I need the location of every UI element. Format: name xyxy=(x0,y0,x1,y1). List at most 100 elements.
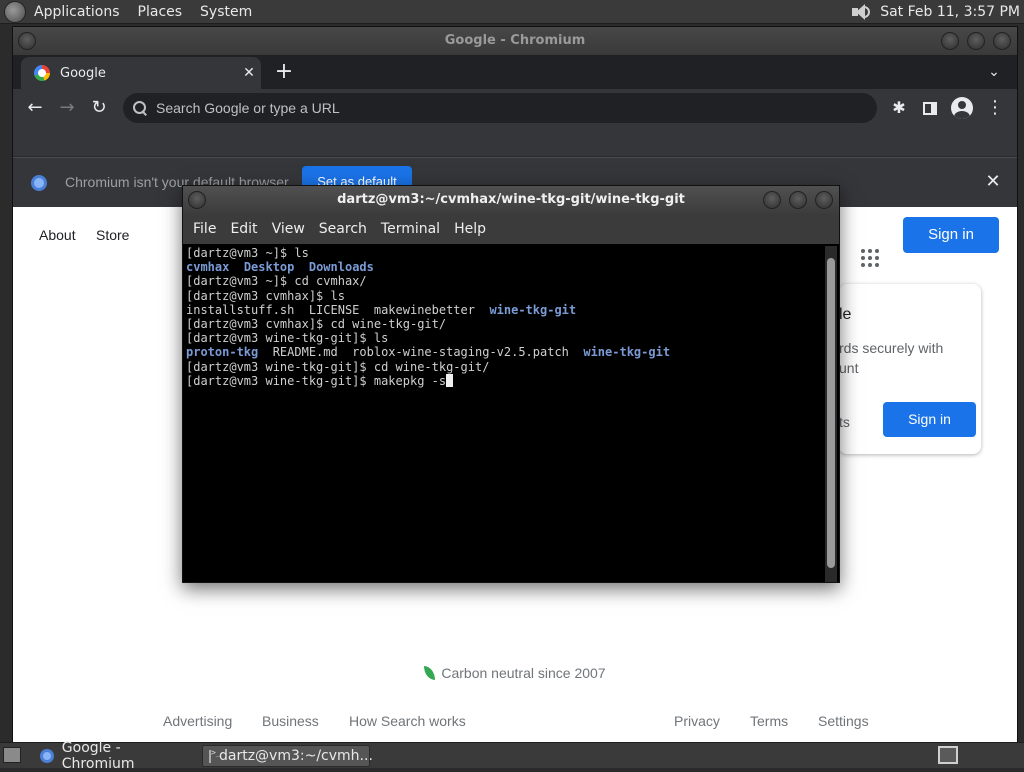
footer-business-link[interactable]: Business xyxy=(262,713,319,729)
tab-search-chevron-icon[interactable]: ⌄ xyxy=(983,61,1005,83)
footer-settings-link[interactable]: Settings xyxy=(818,713,869,729)
menu-help[interactable]: Help xyxy=(454,221,486,237)
show-desktop-icon[interactable] xyxy=(3,747,21,763)
taskbar-terminal[interactable]: dartz@vm3:~/cvmh... xyxy=(202,745,373,767)
terminal-line: [dartz@vm3 ~]$ ls xyxy=(186,246,825,260)
terminal-text: [dartz@vm3 wine-tkg-git]$ ls xyxy=(186,331,389,346)
terminal-line: [dartz@vm3 wine-tkg-git]$ makepkg -s xyxy=(186,373,825,388)
reload-icon[interactable]: ↻ xyxy=(85,94,113,122)
footer-advertising-link[interactable]: Advertising xyxy=(163,713,232,729)
menu-edit[interactable]: Edit xyxy=(230,221,257,237)
bottom-panel: Google - Chromium dartz@vm3:~/cvmh... xyxy=(0,740,1024,772)
terminal-maximize-button[interactable] xyxy=(789,191,807,209)
system-menu[interactable]: System xyxy=(200,4,252,20)
terminal-window-title: dartz@vm3:~/cvmhax/wine-tkg-git/wine-tkg… xyxy=(337,192,685,207)
terminal-scrollbar[interactable] xyxy=(825,246,837,582)
menu-view[interactable]: View xyxy=(272,221,305,237)
terminal-text: [dartz@vm3 cvmhax]$ cd wine-tkg-git/ xyxy=(186,316,447,331)
terminal-minimize-button[interactable] xyxy=(763,191,781,209)
applications-menu[interactable]: Applications xyxy=(34,4,120,20)
terminal-line: proton-tkg README.md roblox-wine-staging… xyxy=(186,345,825,359)
directory-name: Desktop xyxy=(243,260,295,275)
close-window-button[interactable] xyxy=(993,32,1011,50)
kebab-menu-icon[interactable]: ⋮ xyxy=(981,94,1009,122)
extensions-puzzle-icon[interactable]: ✱ xyxy=(885,94,913,122)
directory-name: proton-tkg xyxy=(186,345,259,360)
terminal-scrollbar-thumb[interactable] xyxy=(827,258,835,568)
menu-terminal[interactable]: Terminal xyxy=(381,221,440,237)
tab-strip: Google ✕ xyxy=(13,55,1017,89)
carbon-neutral-note[interactable]: Carbon neutral since 2007 xyxy=(13,665,1017,681)
search-icon xyxy=(133,101,147,115)
omnibox[interactable] xyxy=(123,93,877,123)
minimize-button[interactable] xyxy=(941,32,959,50)
terminal-line: [dartz@vm3 wine-tkg-git]$ ls xyxy=(186,331,825,345)
terminal-text: [dartz@vm3 cvmhax]$ ls xyxy=(186,288,345,303)
volume-icon[interactable] xyxy=(850,3,871,21)
chromium-task-icon xyxy=(40,749,54,763)
terminal-output[interactable]: [dartz@vm3 ~]$ ls cvmhax Desktop Download… xyxy=(185,246,825,582)
terminal-text: README.md roblox-wine-staging-v2.5.patch xyxy=(258,345,584,360)
clock[interactable]: Sat Feb 11, 3:57 PM xyxy=(880,4,1020,20)
terminal-text: [dartz@vm3 wine-tkg-git]$ cd wine-tkg-gi… xyxy=(186,359,490,374)
sign-in-button[interactable]: Sign in xyxy=(903,217,999,253)
terminal-line: [dartz@vm3 cvmhax]$ ls xyxy=(186,289,825,303)
taskbar-terminal-label: dartz@vm3:~/cvmh... xyxy=(219,748,373,764)
address-bar-input[interactable] xyxy=(156,100,836,116)
terminal-window: dartz@vm3:~/cvmhax/wine-tkg-git/wine-tkg… xyxy=(182,185,840,583)
tab-google[interactable]: Google ✕ xyxy=(21,57,261,89)
tab-title: Google xyxy=(60,65,106,81)
terminal-line: [dartz@vm3 ~]$ cd cvmhax/ xyxy=(186,274,825,288)
maximize-button[interactable] xyxy=(967,32,985,50)
leaf-icon xyxy=(424,666,436,680)
chromium-titlebar[interactable]: Google - Chromium xyxy=(13,27,1017,55)
terminal-titlebar[interactable]: dartz@vm3:~/cvmhax/wine-tkg-git/wine-tkg… xyxy=(183,186,839,214)
card-secondary-text[interactable]: ts xyxy=(839,414,850,430)
card-body-line-1: rds securely with xyxy=(839,340,944,356)
footer-how-search-works-link[interactable]: How Search works xyxy=(349,713,466,729)
card-sign-in-button[interactable]: Sign in xyxy=(883,402,976,437)
new-tab-button[interactable]: + xyxy=(271,59,297,85)
profile-avatar-icon[interactable] xyxy=(951,97,973,119)
google-apps-grid-icon[interactable] xyxy=(861,249,879,267)
terminal-close-button[interactable] xyxy=(815,191,833,209)
card-title: le xyxy=(839,306,852,323)
workspace-switcher-icon[interactable] xyxy=(938,746,958,764)
carbon-text: Carbon neutral since 2007 xyxy=(441,665,606,681)
panel-tray: Sat Feb 11, 3:57 PM xyxy=(850,0,1020,24)
card-body: rds securely with unt xyxy=(839,338,979,378)
terminal-line: cvmhax Desktop Downloads xyxy=(186,260,825,274)
infobar-close-icon[interactable]: ✕ xyxy=(983,172,1003,192)
taskbar-chromium-label: Google - Chromium xyxy=(61,740,135,772)
terminal-text: installstuff.sh LICENSE makewinebetter xyxy=(186,302,490,317)
chromium-logo-icon xyxy=(31,175,47,191)
places-menu[interactable]: Places xyxy=(138,4,183,20)
terminal-line: [dartz@vm3 cvmhax]$ cd wine-tkg-git/ xyxy=(186,317,825,331)
gnome-foot-icon[interactable] xyxy=(4,0,26,23)
forward-arrow-icon[interactable]: → xyxy=(53,94,81,122)
terminal-window-menu-button[interactable] xyxy=(188,191,206,209)
directory-name: cvmhax xyxy=(186,260,230,275)
footer-terms-link[interactable]: Terms xyxy=(750,713,788,729)
bookmark-bar xyxy=(13,127,1017,157)
store-link[interactable]: Store xyxy=(96,227,129,243)
menu-search[interactable]: Search xyxy=(319,221,367,237)
about-link[interactable]: About xyxy=(39,227,76,243)
google-favicon-icon xyxy=(34,65,50,81)
terminal-menubar: File Edit View Search Terminal Help xyxy=(183,214,839,244)
terminal-text: [dartz@vm3 ~]$ ls xyxy=(186,246,309,260)
directory-name: Downloads xyxy=(308,260,374,275)
tab-close-icon[interactable]: ✕ xyxy=(239,63,259,83)
back-arrow-icon[interactable]: ← xyxy=(21,94,49,122)
directory-name: wine-tkg-git xyxy=(583,345,671,360)
terminal-cursor xyxy=(446,373,454,387)
menu-file[interactable]: File xyxy=(193,221,216,237)
footer-privacy-link[interactable]: Privacy xyxy=(674,713,720,729)
taskbar-chromium[interactable]: Google - Chromium xyxy=(34,740,194,772)
chromium-window-title: Google - Chromium xyxy=(444,33,586,48)
top-panel: Applications Places System Sat Feb 11, 3… xyxy=(0,0,1024,24)
side-panel-icon[interactable] xyxy=(923,102,937,115)
window-menu-button[interactable] xyxy=(18,32,36,50)
